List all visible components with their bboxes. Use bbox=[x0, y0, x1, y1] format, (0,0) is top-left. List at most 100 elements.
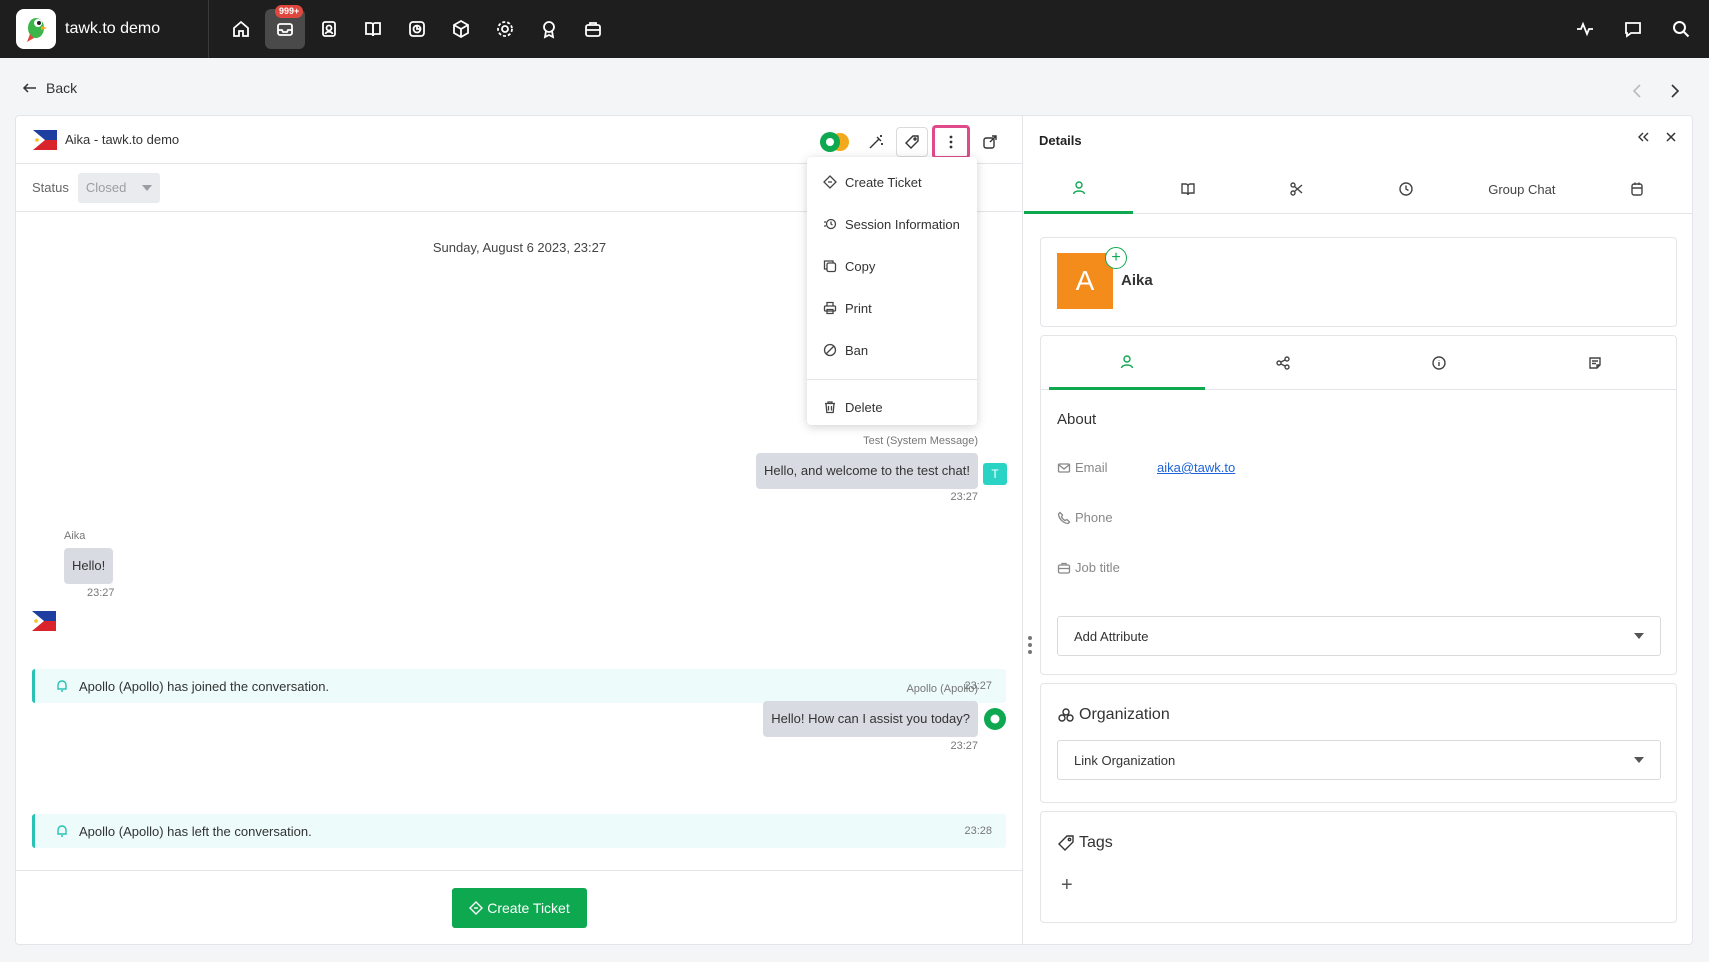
profile-tabs bbox=[1041, 336, 1676, 390]
contact-name: Aika bbox=[1121, 272, 1153, 289]
menu-item-session-information[interactable]: Session Information bbox=[807, 203, 977, 245]
job-title-field[interactable]: Job title bbox=[1057, 560, 1120, 575]
info-icon bbox=[1432, 356, 1446, 370]
organization-heading: Organization bbox=[1057, 706, 1170, 724]
tab-notes[interactable] bbox=[1517, 336, 1673, 390]
job-title-label: Job title bbox=[1075, 560, 1120, 575]
system-event-text: Apollo (Apollo) has joined the conversat… bbox=[79, 678, 330, 694]
magic-wand-button[interactable] bbox=[860, 127, 892, 157]
details-panel: Details Group Chat A + Aika About Email … bbox=[1024, 116, 1692, 944]
bell-icon bbox=[57, 680, 67, 692]
inbox-icon[interactable]: 999+ bbox=[265, 5, 305, 49]
organization-card: Organization Link Organization bbox=[1040, 683, 1677, 803]
add-tag-button[interactable]: + bbox=[1061, 874, 1073, 897]
menu-item-label: Print bbox=[845, 300, 872, 316]
tab-social[interactable] bbox=[1205, 336, 1361, 390]
message-time: 23:27 bbox=[950, 491, 978, 503]
briefcase-icon bbox=[1057, 562, 1071, 574]
double-chevron-left-icon bbox=[1638, 132, 1649, 142]
caret-down-icon bbox=[142, 184, 153, 191]
phone-icon bbox=[1057, 511, 1071, 524]
briefcase-icon[interactable] bbox=[573, 9, 613, 49]
note-icon bbox=[1589, 357, 1601, 369]
close-panel-button[interactable] bbox=[1664, 130, 1678, 144]
agent-avatar-icon bbox=[820, 132, 849, 152]
message-sender: Aika bbox=[64, 530, 86, 542]
contacts-icon[interactable] bbox=[309, 9, 349, 49]
tab-group-chat[interactable]: Group Chat bbox=[1461, 164, 1583, 214]
next-conversation-button[interactable] bbox=[1661, 78, 1689, 104]
addons-icon[interactable] bbox=[441, 9, 481, 49]
create-ticket-button[interactable]: Create Ticket bbox=[452, 887, 587, 928]
philippines-flag-icon bbox=[32, 611, 56, 631]
add-avatar-button[interactable]: + bbox=[1105, 247, 1127, 269]
phone-field[interactable]: Phone bbox=[1057, 510, 1113, 525]
about-heading: About bbox=[1057, 411, 1097, 428]
caret-down-icon bbox=[1634, 757, 1644, 763]
more-options-button[interactable] bbox=[932, 125, 970, 159]
home-icon[interactable] bbox=[221, 9, 261, 49]
tab-knowledge-base[interactable] bbox=[1133, 164, 1242, 214]
award-icon[interactable] bbox=[529, 9, 569, 49]
email-link[interactable]: aika@tawk.to bbox=[1157, 460, 1235, 475]
reporting-icon[interactable] bbox=[397, 9, 437, 49]
add-attribute-select[interactable]: Add Attribute bbox=[1057, 616, 1661, 656]
link-organization-select[interactable]: Link Organization bbox=[1057, 740, 1661, 780]
tab-visitor[interactable] bbox=[1024, 164, 1134, 214]
message-bubble: Hello, and welcome to the test chat! bbox=[756, 453, 978, 489]
tab-calendar[interactable] bbox=[1583, 164, 1692, 214]
details-tabs: Group Chat bbox=[1024, 164, 1692, 214]
popout-button[interactable] bbox=[974, 127, 1006, 157]
back-link[interactable]: Back bbox=[22, 80, 77, 96]
email-label: Email bbox=[1075, 460, 1108, 475]
tab-profile[interactable] bbox=[1049, 336, 1205, 390]
profile-card: About Email aika@tawk.to Phone Job title… bbox=[1040, 335, 1677, 675]
tab-history[interactable] bbox=[1352, 164, 1461, 214]
message-bubble: Hello! How can I assist you today? bbox=[763, 701, 978, 737]
tags-card: Tags + bbox=[1040, 811, 1677, 923]
phone-label: Phone bbox=[1075, 510, 1113, 525]
menu-item-print[interactable]: Print bbox=[807, 287, 977, 329]
menu-item-delete[interactable]: Delete bbox=[807, 386, 977, 428]
system-event: Apollo (Apollo) has joined the conversat… bbox=[32, 669, 1006, 703]
collapse-panel-button[interactable] bbox=[1636, 130, 1650, 144]
tab-shortcuts[interactable] bbox=[1242, 164, 1351, 214]
ban-icon bbox=[823, 343, 837, 357]
knowledge-base-icon[interactable] bbox=[353, 9, 393, 49]
pager bbox=[1613, 78, 1689, 104]
agent-avatars[interactable] bbox=[818, 130, 856, 154]
email-field: Email aika@tawk.to bbox=[1057, 460, 1617, 475]
message-sender: Apollo (Apollo) bbox=[906, 683, 978, 695]
search-icon[interactable] bbox=[1661, 9, 1701, 49]
prev-conversation-button[interactable] bbox=[1623, 78, 1651, 104]
clock-icon bbox=[1399, 182, 1414, 196]
tags-heading: Tags bbox=[1057, 834, 1113, 852]
activity-icon[interactable] bbox=[1565, 9, 1605, 49]
tab-group-chat-label: Group Chat bbox=[1488, 181, 1556, 197]
details-header: Details bbox=[1024, 116, 1692, 164]
menu-item-label: Copy bbox=[845, 258, 876, 274]
chat-footer: Create Ticket bbox=[16, 870, 1023, 944]
chat-bubble-icon[interactable] bbox=[1613, 9, 1653, 49]
settings-icon[interactable] bbox=[485, 9, 525, 49]
menu-item-copy[interactable]: Copy bbox=[807, 245, 977, 287]
message-time: 23:27 bbox=[87, 587, 115, 599]
menu-item-create-ticket[interactable]: Create Ticket bbox=[807, 161, 977, 203]
bell-icon bbox=[57, 825, 67, 837]
organization-icon bbox=[1058, 708, 1074, 722]
link-organization-label: Link Organization bbox=[1074, 752, 1176, 768]
tab-info[interactable] bbox=[1361, 336, 1517, 390]
agent-avatar-icon bbox=[984, 708, 1006, 730]
add-attribute-label: Add Attribute bbox=[1074, 628, 1149, 644]
status-label: Status bbox=[32, 180, 69, 195]
tag-button[interactable] bbox=[896, 127, 928, 157]
brand[interactable]: tawk.to demo bbox=[0, 0, 209, 58]
menu-item-ban[interactable]: Ban bbox=[807, 329, 977, 371]
chevron-left-icon bbox=[1632, 84, 1641, 98]
menu-divider bbox=[807, 379, 977, 380]
calendar-icon bbox=[1631, 182, 1644, 196]
ticket-icon bbox=[469, 900, 484, 915]
tags-title: Tags bbox=[1079, 834, 1113, 851]
caret-down-icon bbox=[1634, 633, 1644, 639]
status-select[interactable]: Closed bbox=[77, 172, 160, 203]
